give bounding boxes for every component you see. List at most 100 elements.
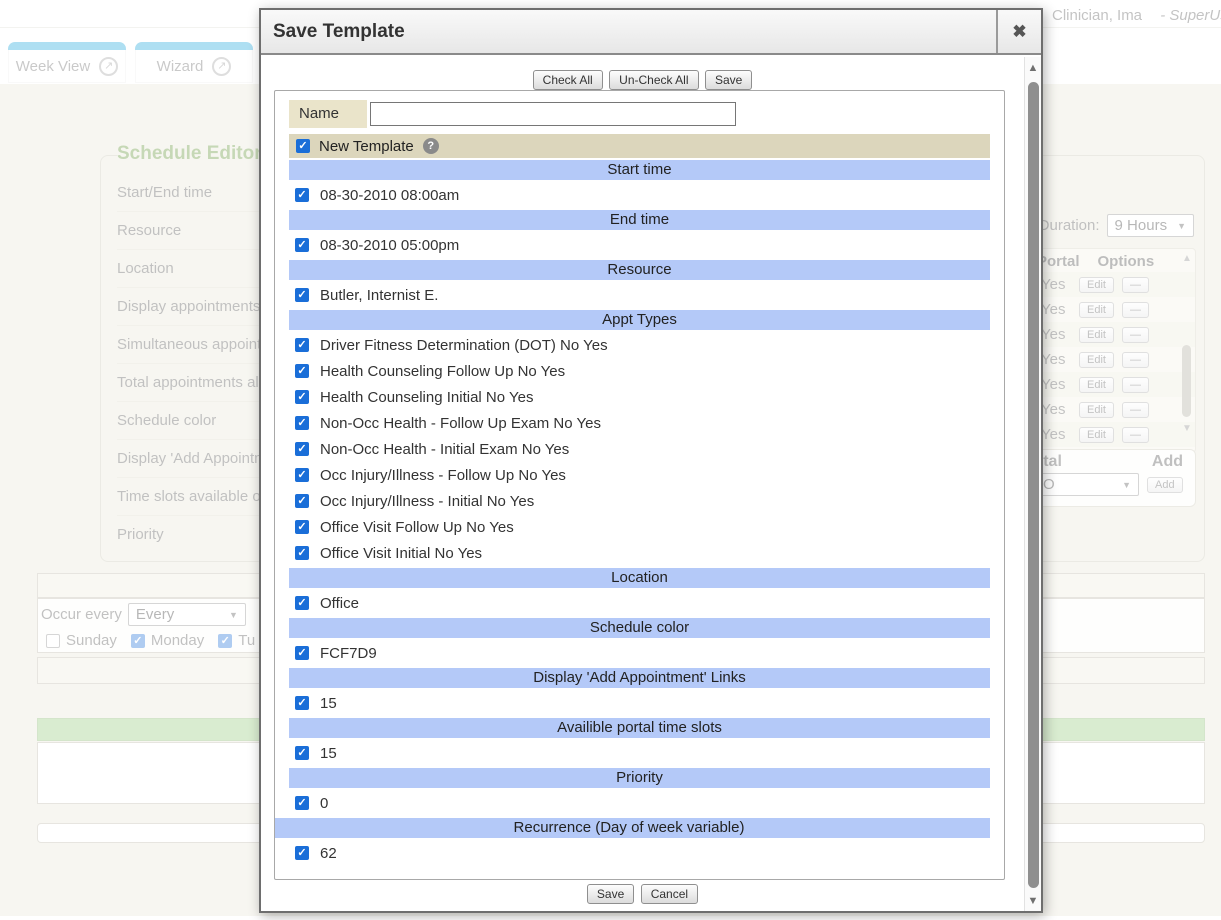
field-value: Occ Injury/Illness - Follow Up No Yes [320, 467, 566, 484]
check-icon: ✓ [295, 520, 309, 534]
field-checkbox[interactable]: ✓ [295, 546, 309, 560]
check-icon: ✓ [295, 696, 309, 710]
field-checkbox[interactable]: ✓ [295, 796, 309, 810]
field-checkbox[interactable]: ✓ [295, 520, 309, 534]
template-field-row: ✓ Butler, Internist E. [289, 282, 990, 308]
section-header: Location [289, 568, 990, 588]
field-value: Non-Occ Health - Initial Exam No Yes [320, 441, 569, 458]
dialog-footer: Save Cancel [261, 884, 1024, 904]
template-field-row: ✓ 0 [289, 790, 990, 816]
section-header: Display 'Add Appointment' Links [289, 668, 990, 688]
cancel-button[interactable]: Cancel [641, 884, 698, 904]
section-header: End time [289, 210, 990, 230]
template-field-row: ✓ Office Visit Follow Up No Yes [289, 514, 990, 540]
template-field-row: ✓ Health Counseling Initial No Yes [289, 384, 990, 410]
field-checkbox[interactable]: ✓ [295, 494, 309, 508]
section-header: Schedule color [289, 618, 990, 638]
field-checkbox[interactable]: ✓ [295, 646, 309, 660]
field-value: Health Counseling Initial No Yes [320, 389, 533, 406]
field-checkbox[interactable]: ✓ [295, 390, 309, 404]
field-checkbox[interactable]: ✓ [295, 416, 309, 430]
check-icon: ✓ [295, 390, 309, 404]
field-checkbox[interactable]: ✓ [295, 846, 309, 860]
template-field-row: ✓ Office Visit Initial No Yes [289, 540, 990, 566]
field-checkbox[interactable]: ✓ [295, 364, 309, 378]
dialog-title: Save Template [261, 10, 996, 53]
field-value: 08-30-2010 08:00am [320, 187, 459, 204]
dialog-toolbar: Check All Un-Check All Save [261, 70, 1024, 90]
check-icon: ✓ [295, 338, 309, 352]
close-icon: ✖ [1012, 22, 1026, 42]
screen: Clinician, Ima - SuperUser Week View ↗ W… [0, 0, 1221, 920]
field-checkbox[interactable]: ✓ [295, 442, 309, 456]
check-icon: ✓ [295, 238, 309, 252]
field-checkbox[interactable]: ✓ [295, 596, 309, 610]
template-field-row: ✓ 62 [289, 840, 990, 866]
template-name-input[interactable] [370, 102, 736, 126]
scrollbar-thumb[interactable] [1028, 82, 1039, 888]
check-icon: ✓ [295, 468, 309, 482]
field-checkbox[interactable]: ✓ [295, 238, 309, 252]
field-value: Office [320, 595, 359, 612]
new-template-row: ✓ New Template ? [289, 134, 990, 158]
field-value: Office Visit Follow Up No Yes [320, 519, 514, 536]
section-header: Resource [289, 260, 990, 280]
field-checkbox[interactable]: ✓ [295, 338, 309, 352]
section-header: Availible portal time slots [289, 718, 990, 738]
check-icon: ✓ [295, 288, 309, 302]
section-header: Recurrence (Day of week variable) [274, 818, 990, 838]
template-field-row: ✓ Health Counseling Follow Up No Yes [289, 358, 990, 384]
save-button[interactable]: Save [587, 884, 634, 904]
section-header: Appt Types [289, 310, 990, 330]
check-icon: ✓ [296, 139, 310, 153]
new-template-checkbox[interactable]: ✓ [296, 139, 310, 153]
template-field-row: ✓ Non-Occ Health - Follow Up Exam No Yes [289, 410, 990, 436]
section-header: Priority [289, 768, 990, 788]
field-checkbox[interactable]: ✓ [295, 696, 309, 710]
field-value: Occ Injury/Illness - Initial No Yes [320, 493, 534, 510]
field-value: 08-30-2010 05:00pm [320, 237, 459, 254]
dialog-body: Check All Un-Check All Save Name ✓ New T… [261, 57, 1041, 911]
scroll-down-icon[interactable]: ▼ [1025, 895, 1041, 907]
check-icon: ✓ [295, 442, 309, 456]
check-icon: ✓ [295, 846, 309, 860]
check-icon: ✓ [295, 646, 309, 660]
help-icon[interactable]: ? [423, 138, 439, 154]
template-fields-box: Name ✓ New Template ? Start time ✓ 08-30… [274, 90, 1005, 880]
field-value: 15 [320, 695, 337, 712]
field-value: 62 [320, 845, 337, 862]
field-checkbox[interactable]: ✓ [295, 188, 309, 202]
check-icon: ✓ [295, 364, 309, 378]
scroll-up-icon[interactable]: ▲ [1025, 62, 1041, 74]
template-field-row: ✓ 15 [289, 740, 990, 766]
uncheck-all-button[interactable]: Un-Check All [609, 70, 698, 90]
field-value: Non-Occ Health - Follow Up Exam No Yes [320, 415, 601, 432]
field-value: Driver Fitness Determination (DOT) No Ye… [320, 337, 608, 354]
field-value: FCF7D9 [320, 645, 377, 662]
field-checkbox[interactable]: ✓ [295, 746, 309, 760]
name-label: Name [289, 100, 367, 128]
field-value: Health Counseling Follow Up No Yes [320, 363, 565, 380]
template-field-row: ✓ FCF7D9 [289, 640, 990, 666]
check-icon: ✓ [295, 494, 309, 508]
template-field-row: ✓ Occ Injury/Illness - Initial No Yes [289, 488, 990, 514]
template-field-row: ✓ Non-Occ Health - Initial Exam No Yes [289, 436, 990, 462]
check-icon: ✓ [295, 746, 309, 760]
field-checkbox[interactable]: ✓ [295, 468, 309, 482]
new-template-label: New Template [319, 138, 414, 155]
check-icon: ✓ [295, 596, 309, 610]
template-field-row: ✓ Driver Fitness Determination (DOT) No … [289, 332, 990, 358]
dialog-header: Save Template ✖ [261, 10, 1041, 55]
save-top-button[interactable]: Save [705, 70, 752, 90]
check-all-button[interactable]: Check All [533, 70, 603, 90]
field-checkbox[interactable]: ✓ [295, 288, 309, 302]
name-row: Name [289, 100, 990, 128]
check-icon: ✓ [295, 188, 309, 202]
field-value: 15 [320, 745, 337, 762]
close-button[interactable]: ✖ [996, 10, 1041, 53]
field-value: Office Visit Initial No Yes [320, 545, 482, 562]
dialog-scrollbar: ▲ ▼ [1024, 57, 1041, 911]
template-field-row: ✓ Office [289, 590, 990, 616]
template-field-row: ✓ 08-30-2010 05:00pm [289, 232, 990, 258]
check-icon: ✓ [295, 546, 309, 560]
